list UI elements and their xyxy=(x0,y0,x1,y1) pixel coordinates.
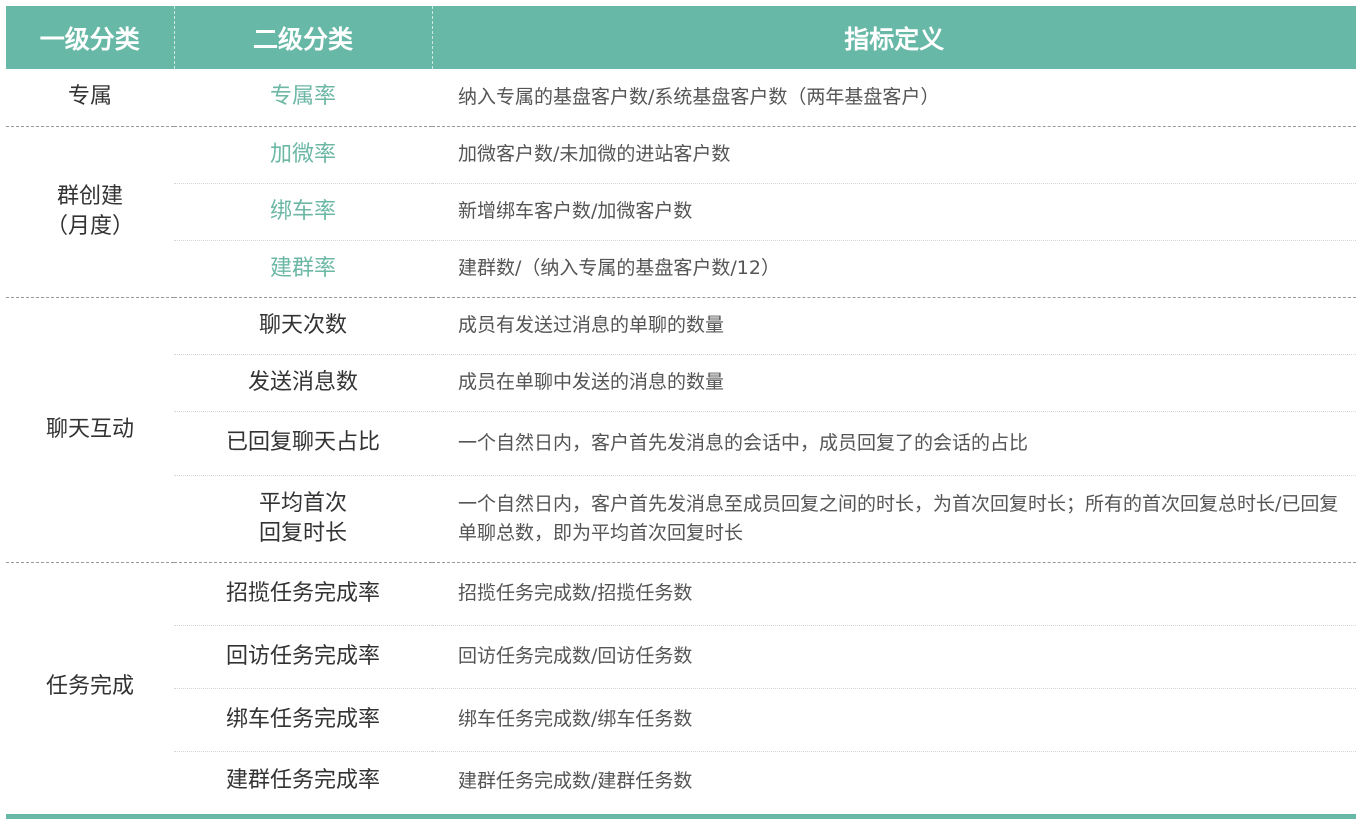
definition-cell: 成员在单聊中发送的消息的数量 xyxy=(432,354,1356,412)
table-row: 聊天互动 聊天次数 成员有发送过消息的单聊的数量 xyxy=(6,297,1356,563)
header-level1-category: 一级分类 xyxy=(6,6,175,69)
definition-cell: 加微客户数/未加微的进站客户数 xyxy=(432,126,1356,184)
definition-cell: 回访任务完成数/回访任务数 xyxy=(432,625,1356,689)
subcategory-cell: 发送消息数 xyxy=(174,354,432,412)
category-cell: 任务完成 xyxy=(45,673,134,699)
table-row: 已回复聊天占比 一个自然日内，客户首先发消息的会话中，成员回复了的会话的占比 xyxy=(6,411,1356,476)
table-row: 建群率 建群数/（纳入专属的基盘客户数/12） xyxy=(6,240,1356,298)
definition-cell: 建群任务完成数/建群任务数 xyxy=(458,769,693,792)
table-row: 发送消息数 成员在单聊中发送的消息的数量 xyxy=(6,354,1356,412)
metrics-definition-table: 一级分类 二级分类 指标定义 专属 专属率 纳入专属的基盘客户数/系统基盘客户数… xyxy=(6,6,1356,811)
subcategory-cell: 聊天次数 xyxy=(174,297,432,355)
definition-cell: 纳入专属的基盘客户数/系统基盘客户数（两年基盘客户） xyxy=(432,69,1356,127)
table-row: 绑车任务完成率 绑车任务完成数/绑车任务数 xyxy=(6,688,1356,752)
table-row: 回访任务完成率 回访任务完成数/回访任务数 xyxy=(6,625,1356,689)
table-row: 群创建 （月度） 加微率 加微客户数/未加微的进站客户数 xyxy=(6,126,1356,298)
subcategory-cell: 绑车任务完成率 xyxy=(174,688,432,752)
definition-cell: 新增绑车客户数/加微客户数 xyxy=(432,183,1356,241)
subcategory-cell: 招揽任务完成率 xyxy=(174,562,432,626)
subcategory-cell: 建群率 xyxy=(174,240,432,298)
table-row: 绑车率 新增绑车客户数/加微客户数 xyxy=(6,183,1356,241)
table-bottom-border xyxy=(6,814,1356,819)
table-row: 建群任务完成率 建群任务完成数/建群任务数 xyxy=(6,751,1356,811)
definition-cell: 成员有发送过消息的单聊的数量 xyxy=(432,297,1356,355)
subcategory-cell: 专属率 xyxy=(174,69,432,127)
definition-cell: 招揽任务完成数/招揽任务数 xyxy=(432,562,1356,626)
table-body: 专属 专属率 纳入专属的基盘客户数/系统基盘客户数（两年基盘客户） 群创建 （月… xyxy=(6,69,1356,811)
subcategory-cell: 平均首次 回复时长 xyxy=(174,475,432,563)
table-row: 专属 专属率 纳入专属的基盘客户数/系统基盘客户数（两年基盘客户） xyxy=(6,69,1356,127)
table-header: 一级分类 二级分类 指标定义 xyxy=(6,6,1356,69)
category-cell: 专属 xyxy=(6,69,174,127)
definition-cell: 绑车任务完成数/绑车任务数 xyxy=(432,688,1356,752)
header-level2-category: 二级分类 xyxy=(174,6,433,69)
category-cell: 聊天互动 xyxy=(6,297,174,563)
metrics-table-container: 一级分类 二级分类 指标定义 专属 专属率 纳入专属的基盘客户数/系统基盘客户数… xyxy=(6,6,1356,811)
table-row: 任务完成 招揽任务完成率 招揽任务完成数/招揽任务数 xyxy=(6,562,1356,699)
definition-cell: 一个自然日内，客户首先发消息的会话中，成员回复了的会话的占比 xyxy=(432,411,1356,476)
subcategory-cell: 绑车率 xyxy=(174,183,432,241)
subcategory-cell: 已回复聊天占比 xyxy=(174,411,432,476)
table-row: 平均首次 回复时长 一个自然日内，客户首先发消息至成员回复之间的时长，为首次回复… xyxy=(6,475,1356,563)
definition-cell: 建群数/（纳入专属的基盘客户数/12） xyxy=(432,240,1356,298)
subcategory-cell: 建群任务完成率 xyxy=(225,768,380,794)
subcategory-cell: 加微率 xyxy=(174,126,432,184)
category-cell: 群创建 （月度） xyxy=(6,126,174,298)
header-metric-definition: 指标定义 xyxy=(432,6,1356,69)
definition-cell: 一个自然日内，客户首先发消息至成员回复之间的时长，为首次回复时长；所有的首次回复… xyxy=(432,475,1356,563)
subcategory-cell: 回访任务完成率 xyxy=(174,625,432,689)
